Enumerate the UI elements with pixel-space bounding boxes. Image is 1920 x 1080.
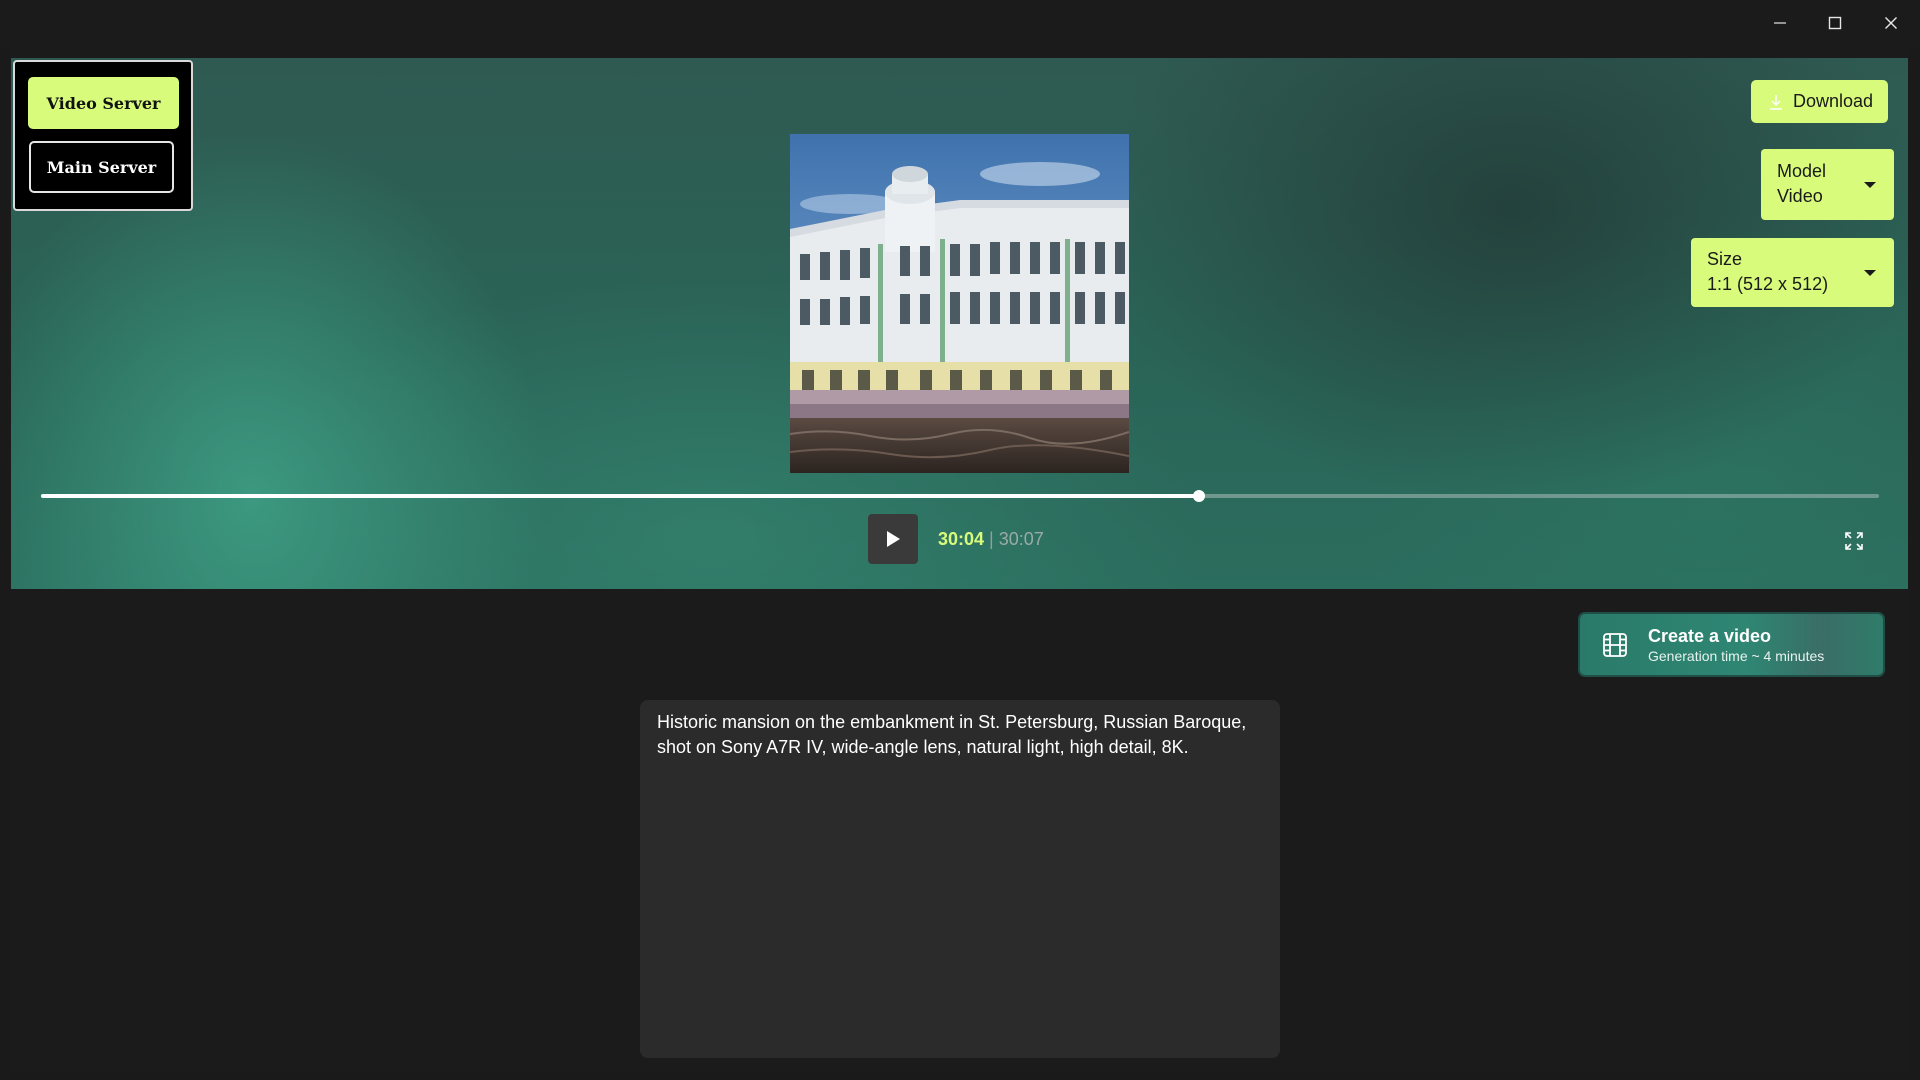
minimize-icon xyxy=(1774,22,1786,24)
maximize-icon xyxy=(1828,16,1842,30)
film-icon xyxy=(1603,632,1627,657)
progress-slider[interactable] xyxy=(41,490,1879,502)
close-icon xyxy=(1885,17,1897,29)
time-display: 30:04 | 30:07 xyxy=(938,526,1044,552)
create-video-button[interactable]: Create a video Generation time ~ 4 minut… xyxy=(1580,614,1883,675)
current-time: 30:04 xyxy=(938,529,985,549)
total-time: 30:07 xyxy=(998,529,1044,549)
create-video-title: Create a video xyxy=(1648,625,1772,646)
size-dropdown[interactable]: Size 1:1 (512 x 512) xyxy=(1691,238,1894,307)
time-separator: | xyxy=(989,529,994,549)
download-icon xyxy=(1770,94,1782,110)
size-dropdown-label: Size xyxy=(1707,249,1743,269)
server-switch: Video Server Main Server xyxy=(13,60,193,211)
download-label: Download xyxy=(1793,91,1874,111)
video-server-button[interactable]: Video Server xyxy=(28,77,179,129)
caret-down-icon xyxy=(1864,181,1876,188)
model-dropdown-value: Video xyxy=(1777,186,1823,206)
model-dropdown-label: Model xyxy=(1777,161,1827,181)
prompt-textarea[interactable]: Historic mansion on the embankment in St… xyxy=(640,700,1280,1058)
main-server-button[interactable]: Main Server xyxy=(29,141,174,193)
caret-down-icon xyxy=(1864,269,1876,276)
prompt-text: Historic mansion on the embankment in St… xyxy=(657,712,1247,757)
title-bar xyxy=(0,0,1920,48)
fullscreen-button[interactable] xyxy=(1843,530,1865,552)
close-button[interactable] xyxy=(1863,0,1919,46)
play-button[interactable] xyxy=(868,514,918,564)
progress-fill xyxy=(41,494,1199,498)
minimize-button[interactable] xyxy=(1752,0,1808,46)
model-dropdown[interactable]: Model Video xyxy=(1761,149,1894,220)
size-dropdown-value: 1:1 (512 x 512) xyxy=(1707,274,1829,294)
building-illustration xyxy=(790,134,1129,473)
fullscreen-icon xyxy=(1845,532,1863,550)
video-frame-image xyxy=(790,134,1129,473)
progress-thumb[interactable] xyxy=(1192,490,1205,502)
create-video-subtitle: Generation time ~ 4 minutes xyxy=(1648,647,1825,664)
download-button[interactable]: Download xyxy=(1751,80,1888,123)
play-icon xyxy=(887,531,900,547)
maximize-button[interactable] xyxy=(1807,0,1863,46)
